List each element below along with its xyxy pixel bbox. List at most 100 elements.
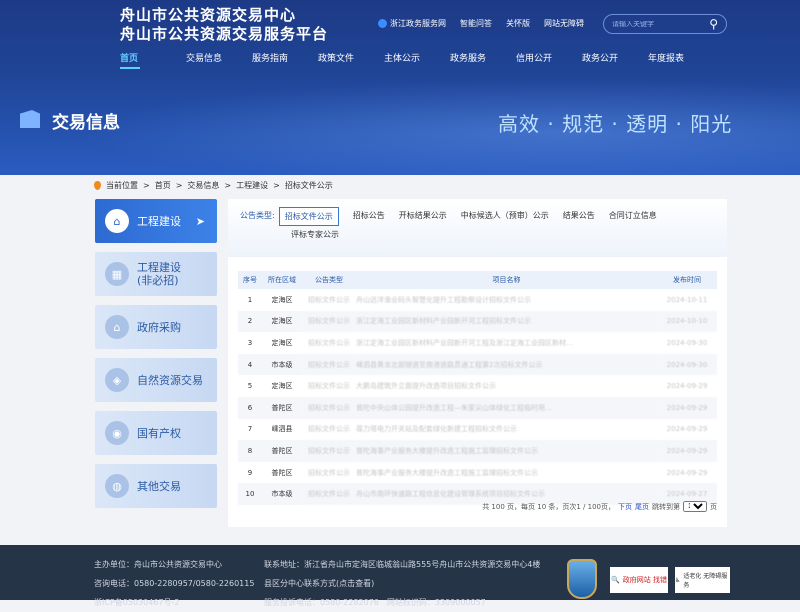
main-nav: 首页 交易信息 服务指南 政策文件 主体公示 政务服务 信用公开 政务公开 年度… (110, 51, 704, 69)
footer: 主办单位：舟山市公共资源交易中心 咨询电话：0580-2280957/0580-… (0, 545, 800, 607)
building-icon: ▦ (105, 262, 129, 286)
row-project-name[interactable]: 普陀海事产业服务大楼提升改造工程施工监理招标文件公示 (356, 462, 657, 484)
search-icon[interactable]: ⚲ (709, 17, 718, 31)
row-index: 3 (247, 338, 253, 347)
pagination: 共 100 页，每页 10 条，页次1 / 100页， 下页 尾页 跳转到第 1… (482, 501, 717, 512)
nav-gov-public[interactable]: 政务公开 (572, 51, 638, 64)
globe-icon: ◉ (105, 421, 129, 445)
type-experts[interactable]: 评标专家公示 (291, 226, 339, 245)
row-project-name[interactable]: 大鹏岛建筑外立面提升改造项目招标文件公示 (356, 375, 657, 397)
table-row[interactable]: 9 普陀区 招标文件公示 普陀海事产业服务大楼提升改造工程施工监理招标文件公示 2024… (238, 462, 717, 484)
row-index: 10 (238, 483, 262, 505)
magnifier-icon: 🔍 (611, 576, 620, 584)
row-region: 定海区 (271, 338, 293, 347)
row-region: 市本级 (262, 483, 302, 505)
table-row[interactable]: 1 定海区 招标文件公示 舟山远洋渔业码头智慧化提升工程勘察设计招标文件公示 2024-… (238, 289, 717, 311)
location-icon (94, 181, 101, 190)
type-candidate[interactable]: 中标候选人（预审）公示 (461, 207, 549, 226)
table-row[interactable]: 7 嵊泗县 招标文件公示 葆力塔电力开关站及配套绿化新建工程招标文件公示 2024-09… (238, 419, 717, 441)
row-date: 2024-10-10 (657, 310, 717, 333)
row-region: 市本级 (262, 353, 302, 376)
sidebar-item-other[interactable]: ◍ 其他交易 (95, 464, 217, 508)
row-project-name[interactable]: 舟山远洋渔业码头智慧化提升工程勘察设计招标文件公示 (356, 289, 657, 311)
sidebar-item-state-property[interactable]: ◉ 国有产权 (95, 411, 217, 455)
row-region: 定海区 (271, 295, 293, 304)
zjzwfw-link[interactable]: 浙江政务服务网 (378, 18, 446, 29)
table-row[interactable]: 5 定海区 招标文件公示 大鹏岛建筑外立面提升改造项目招标文件公示 2024-09-29 (238, 375, 717, 397)
row-type: 招标文件公示 (302, 310, 356, 333)
header: 舟山市公共资源交易中心 舟山市公共资源交易服务平台 浙江政务服务网 智能问答 关… (0, 0, 800, 175)
row-index: 7 (247, 425, 253, 434)
type-opening-result[interactable]: 开标结果公示 (399, 207, 447, 226)
row-region: 普陀区 (262, 396, 302, 419)
accessibility-badge[interactable]: ♿ 适老化 无障碍服务 (675, 567, 730, 593)
page-select[interactable]: 1 (683, 501, 707, 512)
elder-version-link[interactable]: 关怀版 (506, 18, 530, 29)
row-project-name[interactable]: 葆力塔电力开关站及配套绿化新建工程招标文件公示 (356, 419, 657, 441)
globe-icon: ◍ (105, 474, 129, 498)
content-panel: 公告类型: 招标文件公示 招标公告 开标结果公示 中标候选人（预审）公示 结果公… (228, 199, 727, 527)
type-bidding-doc[interactable]: 招标文件公示 (278, 207, 339, 226)
table-row[interactable]: 6 普陀区 招标文件公示 普陀中央山体公园提升改造工程—朱家尖山体绿化工程临时用...… (238, 396, 717, 419)
row-type: 招标文件公示 (308, 425, 350, 434)
sidebar-item-engineering-optional[interactable]: ▦ 工程建设 (非必招) (95, 252, 217, 296)
table-row[interactable]: 3 定海区 招标文件公示 浙江定海工业园区新材料产业园新开河工程及浙江定海工业园区新材… (238, 332, 717, 354)
row-project-name[interactable]: 嵊泗县黄龙北部隧道至南港道路贯通工程第2次招标文件公示 (356, 353, 657, 376)
globe-icon (378, 19, 387, 28)
type-contract[interactable]: 合同订立信息 (609, 207, 657, 226)
nav-trade-info[interactable]: 交易信息 (176, 51, 242, 64)
table-row[interactable]: 4 市本级 招标文件公示 嵊泗县黄龙北部隧道至南港道路贯通工程第2次招标文件公示 202… (238, 353, 717, 376)
nav-entity[interactable]: 主体公示 (374, 51, 440, 64)
notice-type-filter: 公告类型: 招标文件公示 招标公告 开标结果公示 中标候选人（预审）公示 结果公… (228, 199, 727, 257)
row-type: 招标文件公示 (302, 396, 356, 419)
sidebar-item-procurement[interactable]: ⌂ 政府采购 (95, 305, 217, 349)
accessibility-link[interactable]: 网站无障碍 (544, 18, 584, 29)
sidebar-item-natural-resources[interactable]: ◈ 自然资源交易 (95, 358, 217, 402)
smart-qa-link[interactable]: 智能问答 (460, 18, 492, 29)
row-index: 1 (247, 295, 253, 304)
row-date: 2024-09-29 (666, 425, 708, 434)
building-icon (20, 110, 40, 128)
row-region: 嵊泗县 (271, 425, 293, 434)
type-bid-notice[interactable]: 招标公告 (353, 207, 385, 226)
crumb-home[interactable]: 首页 (155, 180, 171, 191)
search-box: ⚲ (603, 14, 727, 34)
row-date: 2024-09-29 (666, 468, 708, 477)
table-row[interactable]: 2 定海区 招标文件公示 浙江定海工业园区新材料产业园新开河工程招标文件公示 2024-… (238, 310, 717, 333)
row-date: 2024-09-29 (657, 440, 717, 462)
last-page-link[interactable]: 尾页 (635, 502, 649, 512)
icp-link[interactable]: 浙ICP备05030467号-2 (94, 593, 254, 612)
nav-home[interactable]: 首页 (110, 51, 176, 69)
nav-credit[interactable]: 信用公开 (506, 51, 572, 64)
crumb-trade[interactable]: 交易信息 (187, 180, 219, 191)
nav-policy[interactable]: 政策文件 (308, 51, 374, 64)
row-project-name[interactable]: 普陀中央山体公园提升改造工程—朱家尖山体绿化工程临时用... (356, 396, 657, 419)
row-type: 招标文件公示 (308, 295, 350, 304)
row-type: 招标文件公示 (302, 483, 356, 505)
row-index: 4 (238, 353, 262, 376)
row-index: 6 (238, 396, 262, 419)
next-page-link[interactable]: 下页 (618, 502, 632, 512)
row-index: 8 (238, 440, 262, 462)
nav-service-guide[interactable]: 服务指南 (242, 51, 308, 64)
table-row[interactable]: 8 普陀区 招标文件公示 普陀海事产业服务大楼提升改造工程施工监理招标文件公示 2024… (238, 440, 717, 462)
banner-slogan: 高效 · 规范 · 透明 · 阳光 (498, 112, 733, 136)
row-project-name[interactable]: 浙江定海工业园区新材料产业园新开河工程及浙江定海工业园区新材... (356, 332, 657, 354)
county-contact-link[interactable]: 县区分中心联系方式(点击查看) (264, 574, 540, 593)
nav-annual-report[interactable]: 年度报表 (638, 51, 704, 64)
row-date: 2024-09-29 (666, 382, 708, 391)
nav-gov-service[interactable]: 政务服务 (440, 51, 506, 64)
gov-site-error-report-badge[interactable]: 🔍 政府网站 找错 (610, 567, 668, 593)
institution-badge[interactable] (567, 559, 597, 599)
top-links: 浙江政务服务网 智能问答 关怀版 网站无障碍 (378, 18, 584, 29)
site-logo[interactable]: 舟山市公共资源交易中心 舟山市公共资源交易服务平台 (120, 6, 328, 44)
row-region: 定海区 (271, 382, 293, 391)
row-project-name[interactable]: 浙江定海工业园区新材料产业园新开河工程招标文件公示 (356, 310, 657, 333)
row-project-name[interactable]: 普陀海事产业服务大楼提升改造工程施工监理招标文件公示 (356, 440, 657, 462)
crumb-engineering[interactable]: 工程建设 (236, 180, 268, 191)
search-input[interactable] (612, 20, 692, 28)
sidebar-item-engineering[interactable]: ⌂ 工程建设 ➤ (95, 199, 217, 243)
row-index: 9 (247, 468, 253, 477)
banner-title: 交易信息 (52, 113, 120, 133)
type-result[interactable]: 结果公告 (563, 207, 595, 226)
